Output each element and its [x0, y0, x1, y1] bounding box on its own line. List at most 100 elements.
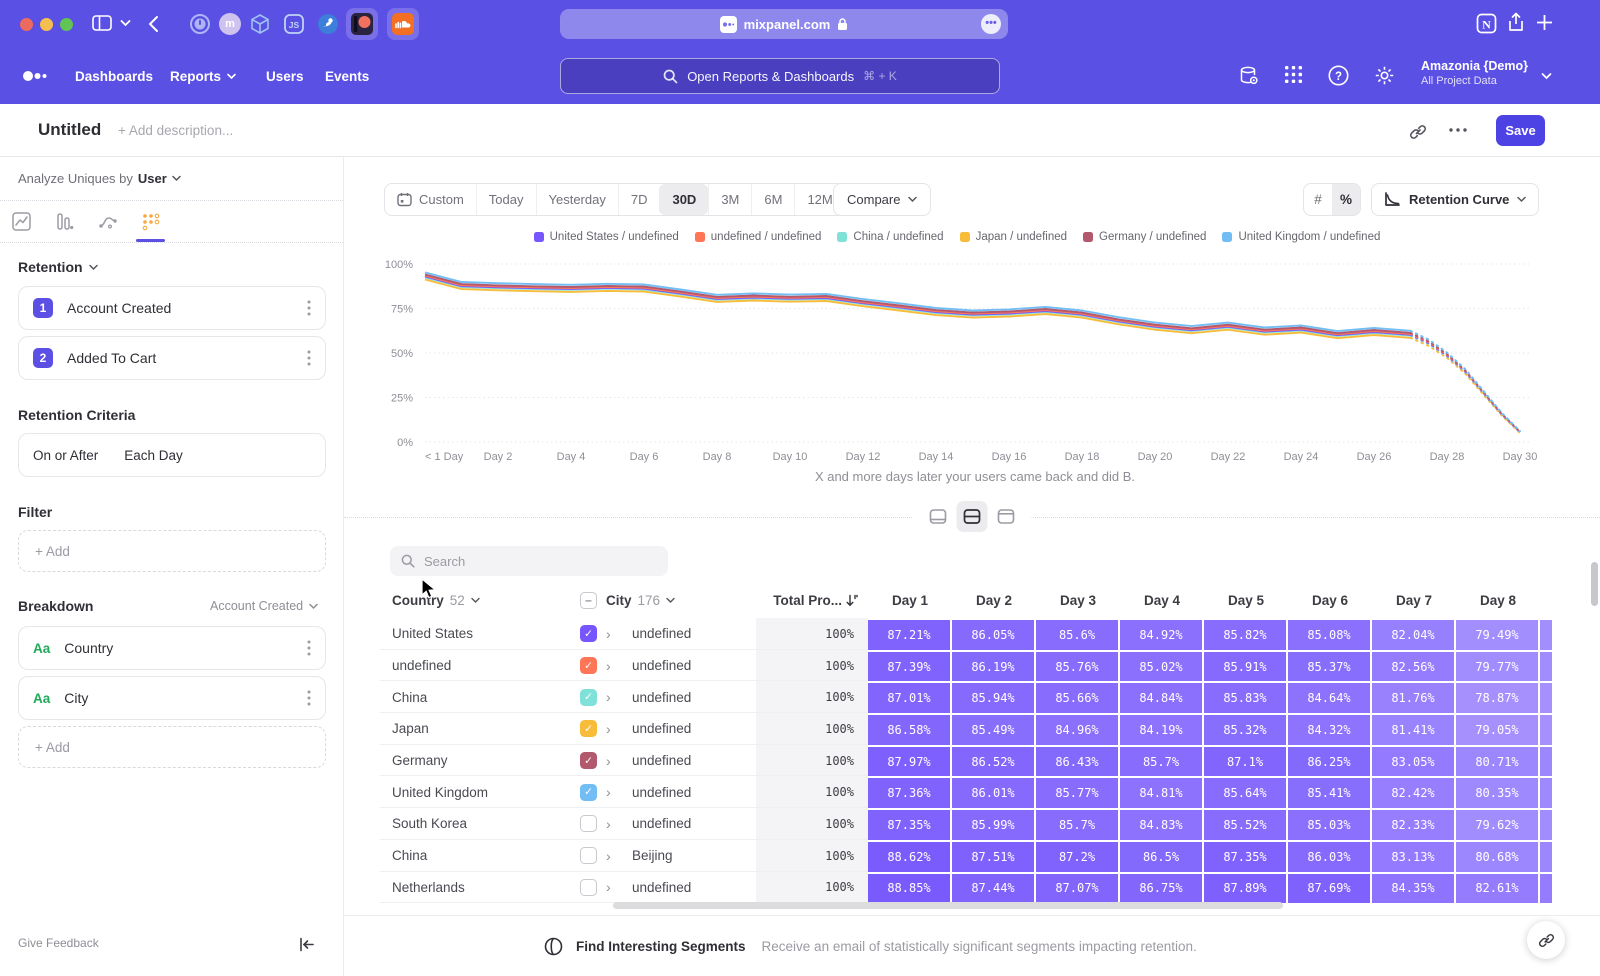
step-card-added-to-cart[interactable]: 2 Added To Cart: [18, 336, 326, 380]
cell-retention-value[interactable]: 79.05%: [1456, 715, 1538, 745]
column-header-day-1[interactable]: Day 1: [868, 593, 952, 608]
cell-retention-value[interactable]: 85.83%: [1204, 683, 1286, 713]
filter-add-button[interactable]: + Add: [18, 530, 326, 572]
chevron-down-icon[interactable]: [120, 19, 131, 27]
notion-icon[interactable]: N: [1476, 13, 1497, 34]
cell-retention-value[interactable]: 85.6%: [1036, 620, 1118, 650]
view-split-button[interactable]: [957, 501, 988, 532]
data-management-icon[interactable]: [1238, 65, 1260, 87]
column-header-day-5[interactable]: Day 5: [1204, 593, 1288, 608]
share-icon[interactable]: [1507, 12, 1525, 34]
new-tab-icon[interactable]: [1536, 14, 1553, 31]
nav-link-events[interactable]: Events: [325, 48, 369, 104]
column-header-day-6[interactable]: Day 6: [1288, 593, 1372, 608]
kebab-menu-icon[interactable]: [307, 640, 311, 656]
vertical-scrollbar[interactable]: [1591, 562, 1598, 606]
mixpanel-logo[interactable]: [22, 48, 48, 104]
table-row[interactable]: United States✓›undefined100%87.21%86.05%…: [344, 618, 1600, 650]
column-header-day-4[interactable]: Day 4: [1120, 593, 1204, 608]
city-select-all-checkbox[interactable]: –: [580, 592, 606, 609]
js-icon[interactable]: JS: [278, 8, 310, 40]
cell-retention-value[interactable]: 80.35%: [1456, 778, 1538, 808]
range-7d[interactable]: 7D: [618, 184, 660, 215]
global-search[interactable]: Open Reports & Dashboards ⌘ + K: [560, 58, 1000, 94]
cell-retention-value[interactable]: 78.87%: [1456, 683, 1538, 713]
kebab-menu-icon[interactable]: [307, 300, 311, 316]
cell-retention-value[interactable]: 85.32%: [1204, 715, 1286, 745]
criteria-interval[interactable]: Each Day: [124, 448, 183, 463]
cell-retention-value[interactable]: 87.89%: [1204, 874, 1286, 904]
cell-retention-value[interactable]: 85.08%: [1288, 620, 1370, 650]
save-button[interactable]: Save: [1496, 115, 1545, 146]
cell-retention-value[interactable]: 85.91%: [1204, 652, 1286, 682]
table-row[interactable]: United Kingdom✓›undefined100%87.36%86.01…: [344, 776, 1600, 808]
find-segments-title[interactable]: Find Interesting Segments: [576, 939, 746, 954]
retention-section-header[interactable]: Retention: [18, 259, 98, 275]
close-window-button[interactable]: [20, 18, 33, 31]
cell-retention-value[interactable]: 87.2%: [1036, 842, 1118, 872]
cell-retention-value[interactable]: 80.71%: [1456, 747, 1538, 777]
cell-retention-value[interactable]: 88.62%: [868, 842, 950, 872]
table-row[interactable]: undefined✓›undefined100%87.39%86.19%85.7…: [344, 650, 1600, 682]
cell-retention-value[interactable]: 82.61%: [1456, 874, 1538, 904]
copy-link-icon[interactable]: [1409, 123, 1427, 141]
add-description[interactable]: + Add description...: [118, 123, 233, 138]
cell-retention-value[interactable]: 85.02%: [1120, 652, 1202, 682]
criteria-card[interactable]: On or After Each Day: [18, 433, 326, 477]
segment-checkbox-checked[interactable]: ✓: [580, 752, 597, 769]
address-bar[interactable]: mixpanel.com •••: [560, 9, 1008, 39]
nav-link-reports[interactable]: Reports: [170, 48, 236, 104]
cell-retention-value[interactable]: 87.97%: [868, 747, 950, 777]
column-header-day-3[interactable]: Day 3: [1036, 593, 1120, 608]
minimize-window-button[interactable]: [40, 18, 53, 31]
maximize-window-button[interactable]: [60, 18, 73, 31]
share-link-fab[interactable]: [1527, 921, 1565, 959]
cube-icon[interactable]: [244, 8, 276, 40]
kebab-menu-icon[interactable]: [307, 350, 311, 366]
table-search-input[interactable]: Search: [390, 546, 668, 576]
breakdown-card-country[interactable]: Aa Country: [18, 626, 326, 670]
breakdown-card-city[interactable]: Aa City: [18, 676, 326, 720]
range-yesterday[interactable]: Yesterday: [536, 184, 618, 215]
kebab-menu-icon[interactable]: [307, 690, 311, 706]
range-today[interactable]: Today: [476, 184, 536, 215]
project-chevron-icon[interactable]: [1541, 72, 1552, 80]
browser-sidebar-icon[interactable]: [92, 14, 112, 32]
column-header-city[interactable]: City176: [606, 593, 756, 608]
cell-retention-value[interactable]: 87.69%: [1288, 874, 1370, 904]
cell-retention-value[interactable]: 85.82%: [1204, 620, 1286, 650]
tab-flows[interactable]: [86, 201, 129, 242]
cell-retention-value[interactable]: 87.07%: [1036, 874, 1118, 904]
cell-retention-value[interactable]: 87.01%: [868, 683, 950, 713]
segment-checkbox-checked[interactable]: ✓: [580, 720, 597, 737]
legend-item[interactable]: United Kingdom / undefined: [1222, 231, 1380, 243]
cell-retention-value[interactable]: 85.76%: [1036, 652, 1118, 682]
cell-retention-value[interactable]: 86.43%: [1036, 747, 1118, 777]
cell-retention-value[interactable]: 85.7%: [1120, 747, 1202, 777]
cell-retention-value[interactable]: 84.96%: [1036, 715, 1118, 745]
avatar-m-icon[interactable]: m: [214, 8, 246, 40]
cell-retention-value[interactable]: 87.39%: [868, 652, 950, 682]
cell-retention-value[interactable]: 84.32%: [1288, 715, 1370, 745]
expand-row-icon[interactable]: ›: [606, 753, 632, 769]
tab-retention[interactable]: [129, 201, 172, 242]
view-chart-only-button[interactable]: [923, 501, 954, 532]
password-manager-icon[interactable]: [184, 8, 216, 40]
cell-retention-value[interactable]: 85.41%: [1288, 778, 1370, 808]
cell-retention-value[interactable]: 82.04%: [1372, 620, 1454, 650]
analyze-value[interactable]: User: [138, 171, 167, 186]
segment-checkbox-unchecked[interactable]: [580, 847, 597, 864]
chart-type-selector[interactable]: Retention Curve: [1371, 183, 1539, 216]
cell-retention-value[interactable]: 82.42%: [1372, 778, 1454, 808]
give-feedback-link[interactable]: Give Feedback: [18, 936, 99, 950]
column-header-day-7[interactable]: Day 7: [1372, 593, 1456, 608]
criteria-condition[interactable]: On or After: [33, 448, 98, 463]
expand-row-icon[interactable]: ›: [606, 689, 632, 705]
retention-line-chart[interactable]: 0%25%50%75%100%< 1 DayDay 2Day 4Day 6Day…: [344, 252, 1600, 464]
cell-retention-value[interactable]: 86.25%: [1288, 747, 1370, 777]
cell-retention-value[interactable]: 85.7%: [1036, 810, 1118, 840]
breakdown-scope-selector[interactable]: Account Created: [210, 599, 318, 613]
unit-percent[interactable]: %: [1332, 184, 1360, 215]
more-menu-icon[interactable]: [1448, 127, 1468, 133]
legend-item[interactable]: United States / undefined: [534, 231, 679, 243]
